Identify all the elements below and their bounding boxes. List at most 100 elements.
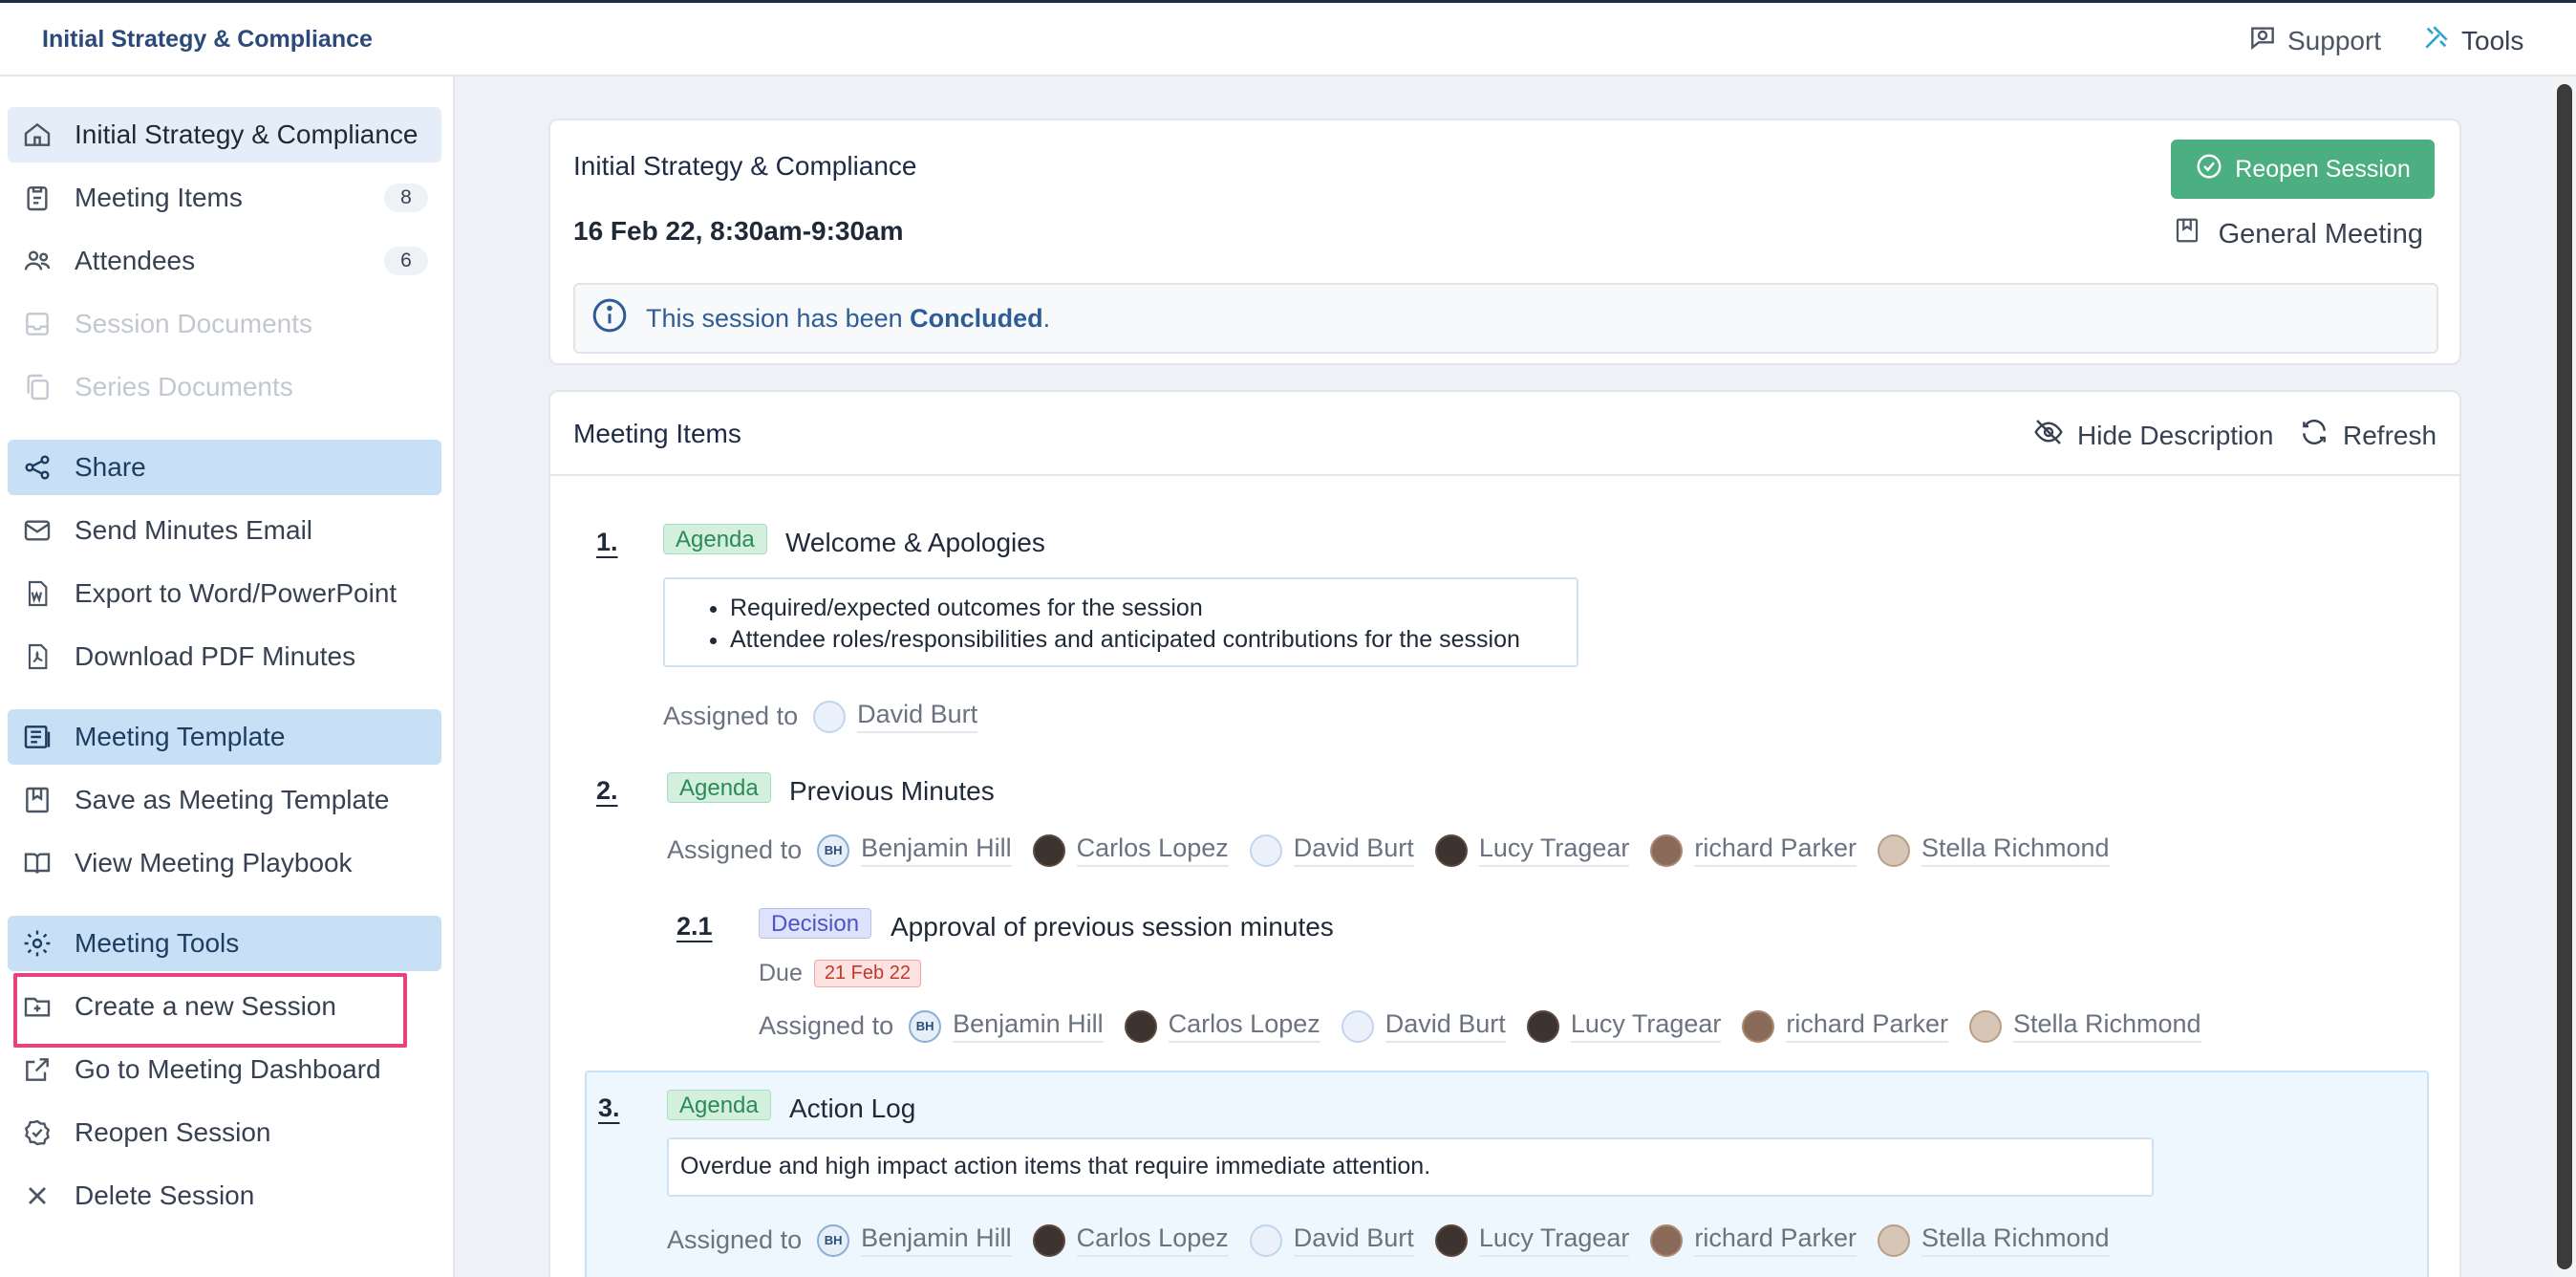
app-title: Initial Strategy & Compliance	[42, 26, 373, 53]
assigned-label: Assigned to	[667, 1225, 803, 1254]
gear-icon	[21, 927, 54, 960]
sidebar-item-session-documents: Session Documents	[8, 296, 441, 352]
sidebar-item-send-minutes-email[interactable]: Send Minutes Email	[8, 503, 441, 558]
description-text: Overdue and high impact action items tha…	[680, 1153, 1431, 1180]
assignee[interactable]: Carlos Lopez	[1124, 1009, 1320, 1043]
top-bar: Initial Strategy & Compliance Support To…	[0, 0, 2576, 76]
assignee[interactable]: richard Parker	[1650, 833, 1857, 867]
selected-item-row[interactable]: 3. Agenda Action Log Overdue and high im…	[585, 1071, 2429, 1277]
assigned-label: Assigned to	[663, 702, 799, 730]
external-link-icon	[21, 1053, 54, 1086]
sidebar-item-label: View Meeting Playbook	[75, 848, 353, 877]
sidebar-item-overview[interactable]: Initial Strategy & Compliance	[8, 107, 441, 162]
book-icon	[21, 847, 54, 879]
avatar	[1434, 1223, 1468, 1257]
assignee[interactable]: BH Benjamin Hill	[817, 833, 1012, 867]
bookmark-icon	[2173, 216, 2201, 252]
sidebar-section-share[interactable]: Share	[8, 440, 441, 495]
meeting-items-header: Meeting Items Hide Description Refresh	[550, 392, 2459, 476]
share-icon	[21, 451, 54, 484]
item-title[interactable]: Approval of previous session minutes	[891, 912, 1334, 942]
count-badge: 6	[384, 247, 428, 275]
avatar	[1249, 833, 1282, 867]
assignee[interactable]: BH Benjamin Hill	[817, 1223, 1012, 1257]
assignee[interactable]: David Burt	[1341, 1009, 1506, 1043]
sidebar-item-label: Export to Word/PowerPoint	[75, 578, 397, 608]
sidebar-item-attendees[interactable]: Attendees 6	[8, 233, 441, 289]
item-assignees: Assigned to David Burt	[663, 700, 998, 733]
sidebar-item-label: Reopen Session	[75, 1117, 271, 1147]
session-status-notice: This session has been Concluded.	[573, 283, 2438, 354]
assignee[interactable]: David Burt	[813, 700, 978, 733]
avatar: BH	[817, 833, 850, 867]
avatar	[1877, 1223, 1910, 1257]
support-label: Support	[2287, 25, 2382, 55]
assignee[interactable]: David Burt	[1249, 1223, 1414, 1257]
assignee[interactable]: Stella Richmond	[1877, 833, 2110, 867]
support-button[interactable]: Support	[2247, 22, 2381, 59]
notice-status: Concluded	[910, 303, 1043, 333]
info-icon	[590, 296, 646, 341]
reopen-session-label: Reopen Session	[2235, 155, 2411, 183]
sidebar-item-save-template[interactable]: Save as Meeting Template	[8, 772, 441, 828]
notice-prefix: This session has been	[646, 303, 911, 333]
assignee[interactable]: Lucy Tragear	[1526, 1009, 1722, 1043]
description-bullet: Required/expected outcomes for the sessi…	[730, 593, 1577, 624]
tools-button[interactable]: Tools	[2421, 22, 2523, 59]
item-title[interactable]: Action Log	[789, 1093, 915, 1124]
count-badge: 8	[384, 184, 428, 212]
item-title[interactable]: Welcome & Apologies	[785, 528, 1045, 558]
avatar	[1124, 1009, 1157, 1043]
scrollbar-thumb[interactable]	[2557, 84, 2572, 1269]
refresh-button[interactable]: Refresh	[2299, 417, 2436, 454]
item-title[interactable]: Previous Minutes	[789, 776, 995, 807]
sidebar-item-reopen-session[interactable]: Reopen Session	[8, 1105, 441, 1160]
sidebar-item-meeting-items[interactable]: Meeting Items 8	[8, 170, 441, 226]
assignee[interactable]: Lucy Tragear	[1434, 1223, 1630, 1257]
assigned-label: Assigned to	[759, 1011, 894, 1040]
meeting-type-label: General Meeting	[2218, 218, 2423, 249]
refresh-icon	[2299, 417, 2329, 454]
due-label: Due	[759, 960, 803, 986]
assignee[interactable]: Carlos Lopez	[1032, 833, 1229, 867]
pdf-file-icon	[21, 640, 54, 673]
sidebar-section-meeting-tools[interactable]: Meeting Tools	[8, 916, 441, 971]
sidebar-item-meeting-dashboard[interactable]: Go to Meeting Dashboard	[8, 1042, 441, 1097]
sidebar-item-label: Session Documents	[75, 309, 313, 338]
sidebar-item-label: Attendees	[75, 246, 196, 275]
assignee[interactable]: David Burt	[1249, 833, 1414, 867]
mail-icon	[21, 514, 54, 547]
eye-off-icon	[2033, 417, 2064, 454]
tools-label: Tools	[2461, 25, 2524, 55]
due-date-badge: 21 Feb 22	[813, 960, 921, 987]
tools-icon	[2421, 22, 2452, 59]
sidebar-item-download-pdf[interactable]: Download PDF Minutes	[8, 629, 441, 684]
meeting-items-title: Meeting Items	[573, 419, 741, 448]
notice-suffix: .	[1042, 303, 1051, 333]
assignee[interactable]: Lucy Tragear	[1434, 833, 1630, 867]
avatar: BH	[909, 1009, 942, 1043]
item-number: 2.1	[676, 912, 713, 941]
item-due: Due 21 Feb 22	[759, 960, 921, 987]
assignee[interactable]: richard Parker	[1650, 1223, 1857, 1257]
assignee[interactable]: BH Benjamin Hill	[909, 1009, 1104, 1043]
sidebar-item-export-word[interactable]: Export to Word/PowerPoint	[8, 566, 441, 621]
hide-description-button[interactable]: Hide Description	[2033, 417, 2273, 454]
page-scrollbar[interactable]	[2553, 76, 2576, 1277]
sidebar-item-view-playbook[interactable]: View Meeting Playbook	[8, 835, 441, 891]
assignee[interactable]: Carlos Lopez	[1032, 1223, 1229, 1257]
sidebar-section-meeting-template[interactable]: Meeting Template	[8, 709, 441, 765]
decision-tag: Decision	[759, 908, 872, 939]
session-title: Initial Strategy & Compliance	[573, 151, 917, 181]
assignee[interactable]: Stella Richmond	[1968, 1009, 2201, 1043]
copy-icon	[21, 371, 54, 403]
sidebar-item-label: Send Minutes Email	[75, 515, 313, 545]
users-icon	[21, 245, 54, 277]
assignee[interactable]: Stella Richmond	[1877, 1223, 2110, 1257]
reopen-session-button[interactable]: Reopen Session	[2171, 140, 2435, 199]
avatar	[1650, 833, 1684, 867]
sidebar-item-label: Delete Session	[75, 1180, 255, 1210]
sidebar-item-label: Meeting Template	[75, 722, 286, 751]
sidebar-item-delete-session[interactable]: Delete Session	[8, 1168, 441, 1223]
assignee[interactable]: richard Parker	[1742, 1009, 1948, 1043]
